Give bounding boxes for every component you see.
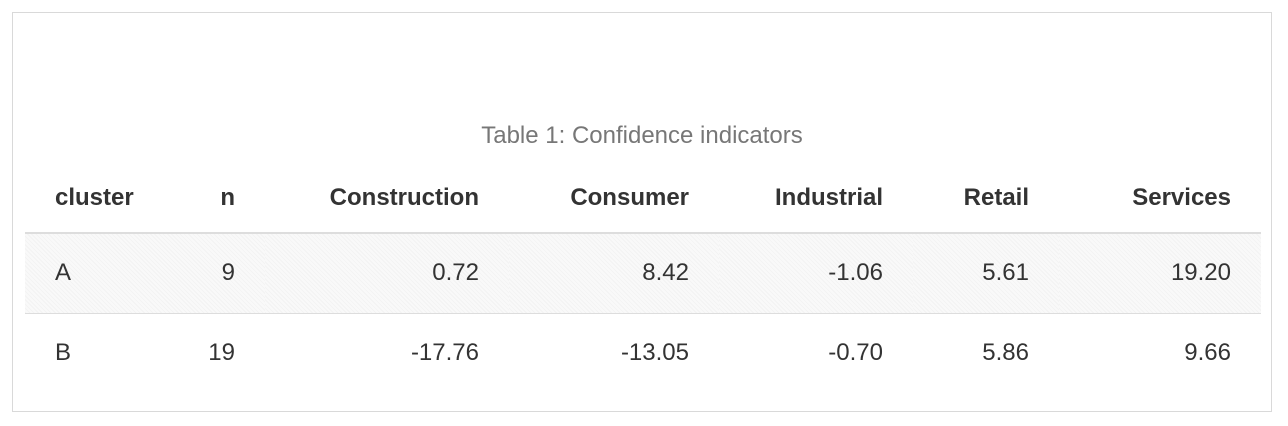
column-header-industrial: Industrial <box>719 164 913 234</box>
cell-consumer: -13.05 <box>509 312 719 393</box>
cell-industrial: -0.70 <box>719 312 913 393</box>
cell-cluster: B <box>25 312 165 393</box>
column-header-construction: Construction <box>265 164 509 234</box>
column-header-n: n <box>165 164 265 234</box>
cell-retail: 5.61 <box>913 233 1059 313</box>
cell-services: 19.20 <box>1059 233 1261 313</box>
confidence-indicators-table: cluster n Construction Consumer Industri… <box>25 164 1261 393</box>
column-header-cluster: cluster <box>25 164 165 234</box>
cell-cluster: A <box>25 233 165 313</box>
column-header-services: Services <box>1059 164 1261 234</box>
cell-consumer: 8.42 <box>509 233 719 313</box>
column-header-consumer: Consumer <box>509 164 719 234</box>
cell-construction: 0.72 <box>265 233 509 313</box>
cell-retail: 5.86 <box>913 312 1059 393</box>
cell-industrial: -1.06 <box>719 233 913 313</box>
table-header-row: cluster n Construction Consumer Industri… <box>25 164 1261 234</box>
table-caption: Table 1: Confidence indicators <box>481 122 803 149</box>
cell-n: 19 <box>165 312 265 393</box>
table-row: B 19 -17.76 -13.05 -0.70 5.86 9.66 <box>25 312 1261 393</box>
table-container: Table 1: Confidence indicators cluster n… <box>12 12 1272 412</box>
cell-construction: -17.76 <box>265 312 509 393</box>
cell-n: 9 <box>165 233 265 313</box>
column-header-retail: Retail <box>913 164 1059 234</box>
cell-services: 9.66 <box>1059 312 1261 393</box>
table-row: A 9 0.72 8.42 -1.06 5.61 19.20 <box>25 233 1261 313</box>
